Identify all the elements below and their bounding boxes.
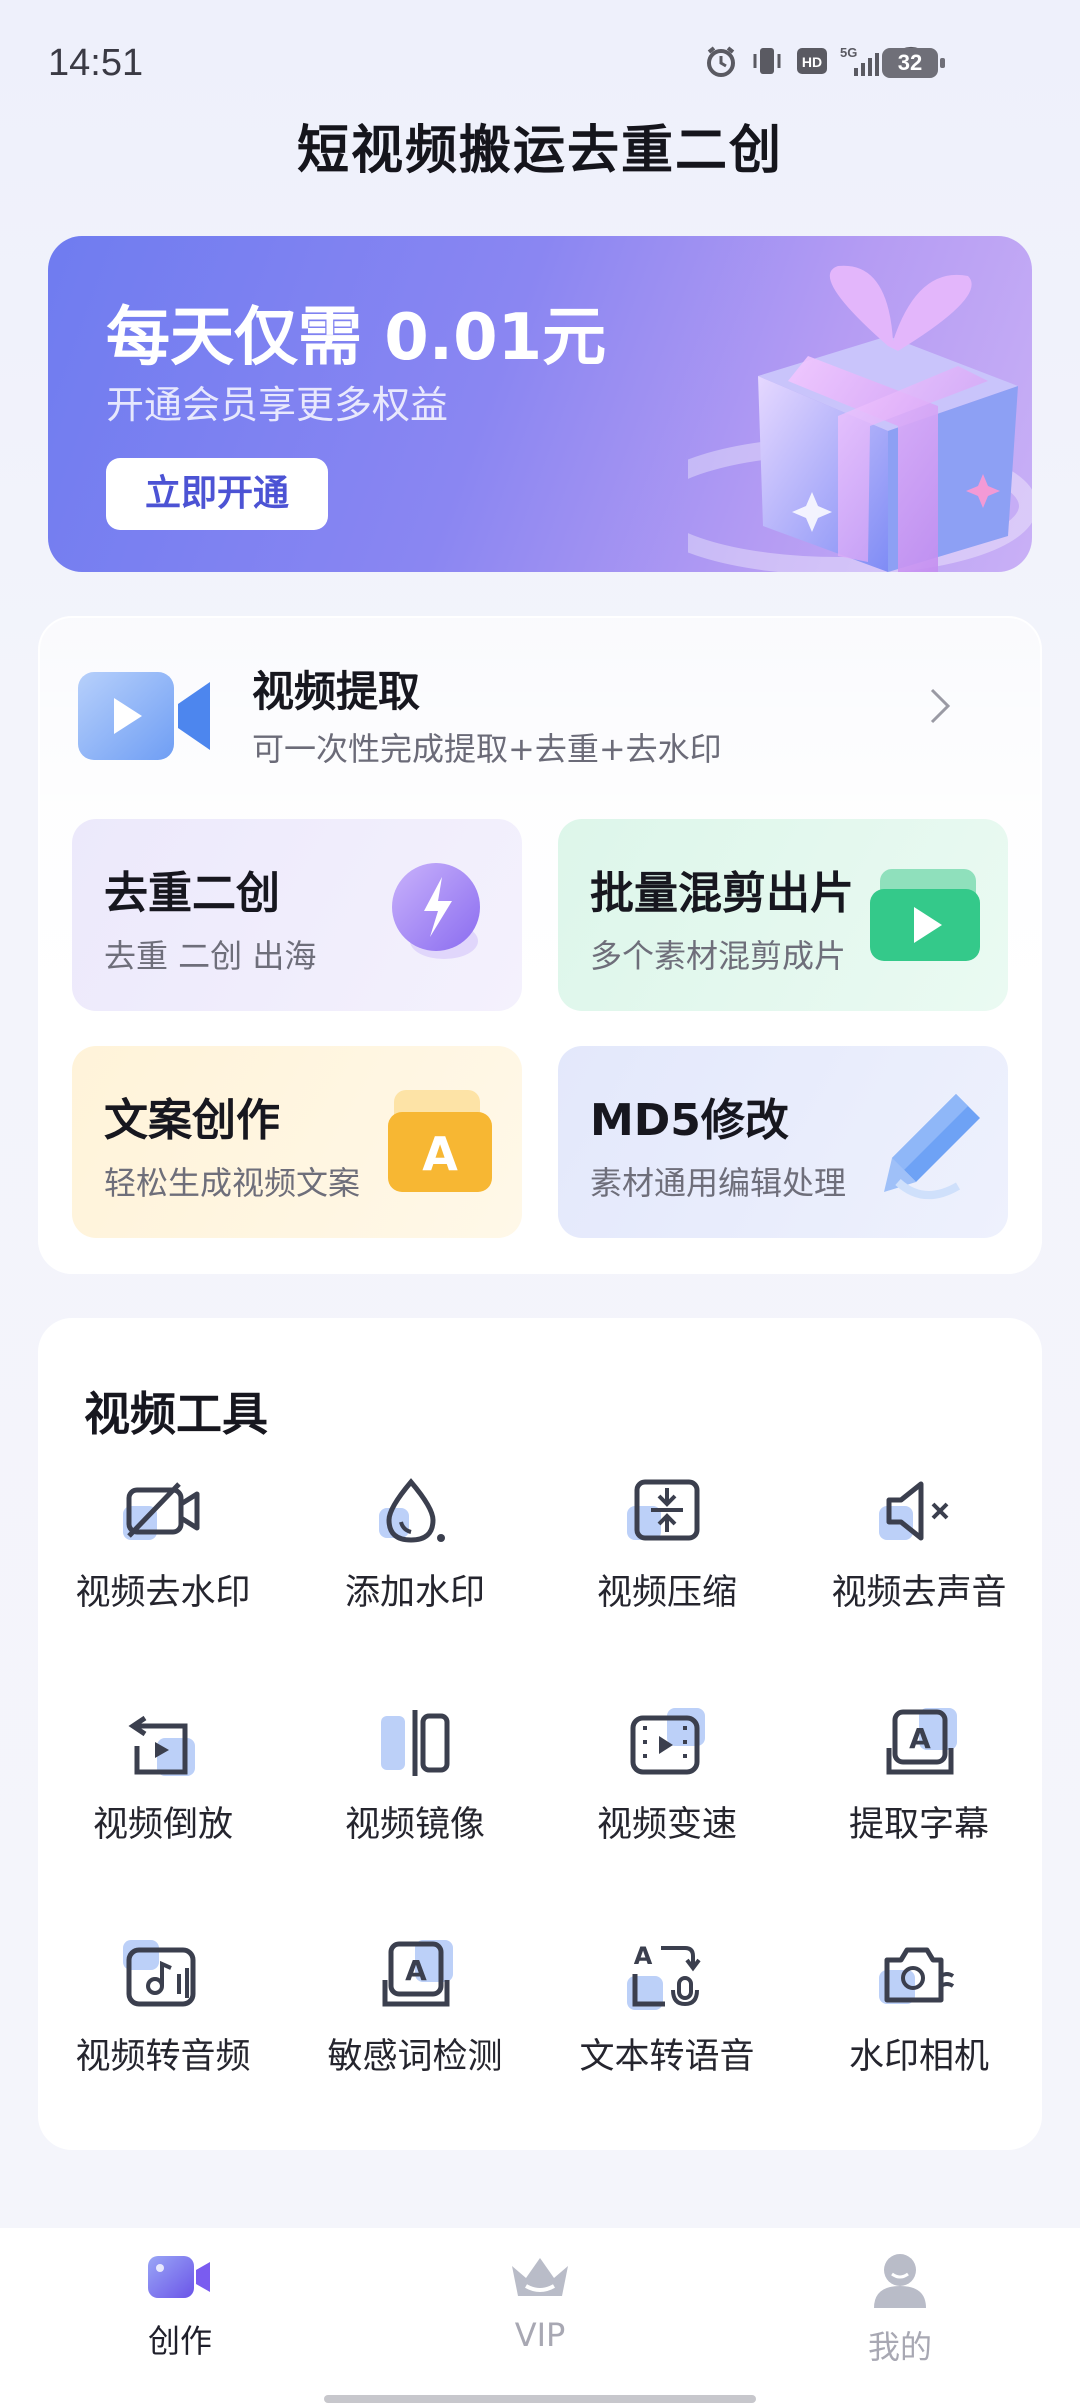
tool-label: 视频镜像	[344, 1805, 485, 1845]
page-title: 短视频搬运去重二创	[296, 121, 783, 181]
tile-subtitle: 素材通用编辑处理	[590, 1164, 847, 1202]
tool-label: 视频压缩	[596, 1573, 737, 1613]
tool-sensitive-words[interactable]: A 敏感词检测	[290, 1940, 540, 2100]
svg-text:A: A	[909, 1722, 931, 1755]
pencil-icon	[884, 1094, 980, 1200]
svg-text:5G: 5G	[840, 45, 857, 60]
nav-label: 我的	[867, 2328, 932, 2366]
gift-box-icon	[688, 265, 1032, 572]
text-check-icon: A	[382, 1940, 453, 2007]
nav-tab-create[interactable]: 创作	[80, 2252, 280, 2362]
tile-subtitle: 多个素材混剪成片	[590, 937, 847, 975]
svg-text:A: A	[634, 1942, 653, 1970]
tile-copywriting[interactable]: 文案创作 轻松生成视频文案 A	[72, 1046, 522, 1238]
text-to-speech-icon: A	[627, 1942, 701, 2010]
water-drop-icon	[379, 1478, 445, 1543]
compress-icon	[627, 1479, 700, 1541]
signal-5g-icon: 5G	[840, 45, 879, 76]
mirror-icon	[381, 1710, 450, 1776]
status-time: 14:51	[48, 42, 144, 84]
battery-indicator: 32	[882, 48, 945, 78]
home-indicator[interactable]	[324, 2395, 756, 2403]
tool-mirror[interactable]: 视频镜像	[290, 1708, 540, 1868]
tool-label: 视频去水印	[75, 1573, 251, 1613]
bottom-nav: 创作 VIP 我的	[0, 2228, 1080, 2408]
vip-banner[interactable]: 每天仅需 0.01元 开通会员享更多权益 立即开通	[48, 236, 1032, 572]
tool-label: 提取字幕	[848, 1805, 989, 1845]
alarm-icon	[707, 46, 735, 77]
banner-title: 每天仅需 0.01元	[106, 301, 607, 375]
tool-mute-video[interactable]: 视频去声音	[794, 1476, 1044, 1636]
camera-off-icon	[123, 1482, 200, 1540]
nav-label: 创作	[147, 2322, 212, 2360]
tool-label: 视频倒放	[92, 1805, 233, 1845]
nav-label: VIP	[514, 2316, 566, 2354]
svg-text:A: A	[405, 1954, 427, 1987]
tool-reverse[interactable]: 视频倒放	[38, 1708, 288, 1868]
video-to-audio-icon	[123, 1940, 196, 2007]
video-camera-icon	[148, 2256, 210, 2298]
chevron-right-icon	[930, 688, 951, 724]
lightning-icon	[392, 863, 480, 959]
tile-title: 批量混剪出片	[590, 868, 854, 919]
nav-tab-profile[interactable]: 我的	[800, 2252, 1000, 2368]
tool-label: 水印相机	[848, 2037, 989, 2077]
tool-speed[interactable]: 视频变速	[542, 1708, 792, 1868]
features-card: 视频提取 可一次性完成提取+去重+去水印 去重二创 去重 二创 出海 批量混剪出…	[38, 616, 1042, 1274]
hd-icon: HD	[797, 48, 827, 74]
video-tools-card: 视频工具 视频去水印 添加水印 视频压缩 视频去声音 视频倒放 视频镜像 视频变…	[38, 1318, 1042, 2150]
tool-label: 添加水印	[344, 1573, 485, 1613]
nav-tab-vip[interactable]: VIP	[440, 2252, 640, 2354]
tool-remove-watermark[interactable]: 视频去水印	[38, 1476, 288, 1636]
tile-md5-modify[interactable]: MD5修改 素材通用编辑处理	[558, 1046, 1008, 1238]
crown-icon	[512, 2258, 568, 2296]
tile-title: 文案创作	[104, 1095, 280, 1146]
film-speed-icon	[630, 1708, 705, 1775]
video-play-icon	[870, 869, 980, 961]
svg-text:A: A	[422, 1127, 458, 1181]
tool-compress[interactable]: 视频压缩	[542, 1476, 792, 1636]
tile-batch-mix[interactable]: 批量混剪出片 多个素材混剪成片	[558, 819, 1008, 1011]
letter-a-folder-icon: A	[388, 1090, 492, 1192]
tool-add-watermark[interactable]: 添加水印	[290, 1476, 540, 1636]
tile-subtitle: 轻松生成视频文案	[104, 1164, 361, 1202]
watermark-camera-icon	[879, 1947, 955, 2004]
subtitle-icon: A	[886, 1708, 957, 1775]
tile-title: 去重二创	[104, 868, 280, 919]
tool-extract-subtitles[interactable]: A 提取字幕	[794, 1708, 1044, 1868]
video-camera-icon	[78, 672, 210, 760]
tool-label: 敏感词检测	[327, 2037, 503, 2077]
mute-icon	[879, 1481, 949, 1541]
section-title: 视频工具	[84, 1387, 268, 1441]
tool-label: 视频变速	[596, 1805, 737, 1845]
video-extract-subtitle: 可一次性完成提取+去重+去水印	[252, 730, 722, 768]
tile-subtitle: 去重 二创 出海	[104, 937, 317, 975]
tile-dedup-remix[interactable]: 去重二创 去重 二创 出海	[72, 819, 522, 1011]
tool-label: 视频转音频	[75, 2037, 251, 2077]
user-icon	[874, 2254, 926, 2308]
tool-label: 文本转语音	[579, 2037, 755, 2077]
tool-watermark-camera[interactable]: 水印相机	[794, 1940, 1044, 2100]
vibrate-icon	[753, 48, 781, 74]
svg-text:HD: HD	[802, 54, 822, 70]
status-bar: 14:51 HD 5G 32	[0, 0, 1080, 120]
banner-subtitle: 开通会员享更多权益	[106, 383, 449, 427]
open-membership-button[interactable]: 立即开通	[106, 458, 328, 530]
tool-text-to-speech[interactable]: A 文本转语音	[542, 1940, 792, 2100]
reverse-play-icon	[128, 1715, 195, 1776]
video-extract-title: 视频提取	[252, 667, 421, 716]
tile-title: MD5修改	[590, 1095, 789, 1146]
tool-label: 视频去声音	[831, 1573, 1007, 1613]
tool-video-to-audio[interactable]: 视频转音频	[38, 1940, 288, 2100]
